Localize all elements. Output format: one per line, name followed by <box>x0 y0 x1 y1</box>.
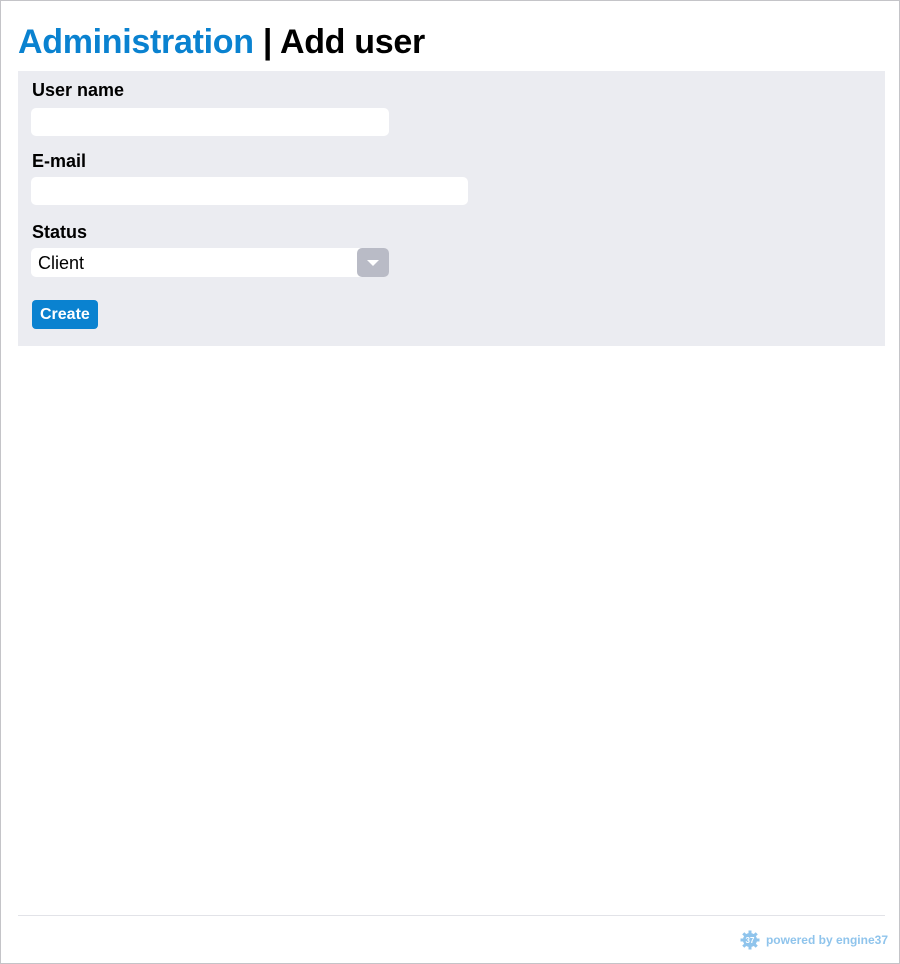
email-label: E-mail <box>32 151 87 171</box>
add-user-form: User name E-mail Status Client Create <box>18 71 885 346</box>
status-dropdown-toggle[interactable] <box>357 248 389 277</box>
username-label: User name <box>32 80 125 100</box>
powered-by-text: powered by engine37 <box>765 933 888 947</box>
logo-text: 37 <box>746 936 755 945</box>
powered-by[interactable]: 37 powered by engine37 <box>740 930 888 950</box>
status-label: Status <box>32 222 88 242</box>
breadcrumb-section[interactable]: Administration <box>18 23 254 61</box>
gear-icon: 37 <box>740 930 760 950</box>
page-title: Administration | Add user <box>18 22 425 62</box>
status-selected-value: Client <box>38 253 85 273</box>
create-button[interactable]: Create <box>32 300 98 329</box>
breadcrumb-separator: | <box>253 23 280 61</box>
username-input[interactable] <box>31 108 389 136</box>
footer-divider <box>18 915 885 916</box>
page-heading: Add user <box>279 23 425 61</box>
email-input[interactable] <box>31 177 468 205</box>
chevron-down-icon <box>367 260 379 266</box>
status-select[interactable]: Client <box>31 248 389 277</box>
